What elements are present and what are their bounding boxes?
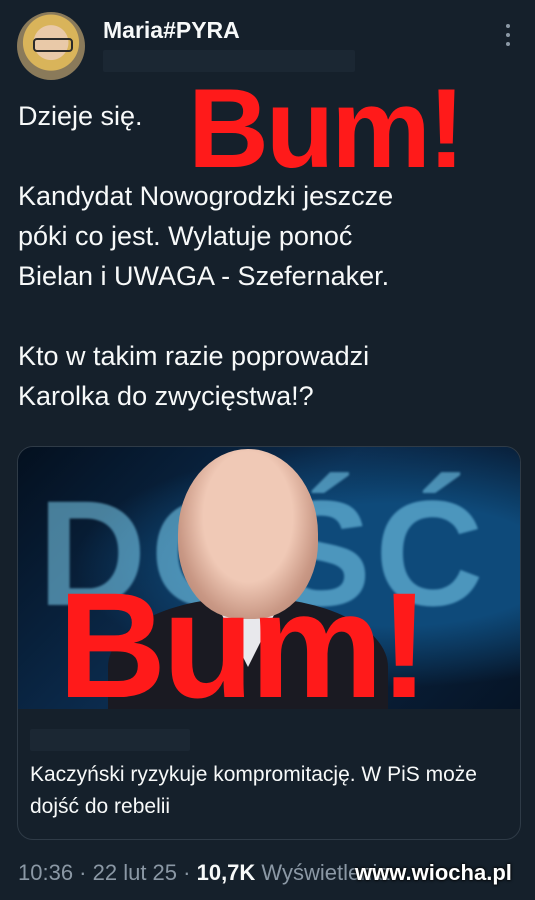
bum-overlay-card: Bum! — [58, 561, 429, 709]
tweet-line: póki co jest. Wylatuje ponoć — [18, 221, 353, 251]
card-title[interactable]: Kaczyński ryzykuje kompromitację. W PiS … — [30, 759, 510, 823]
display-name[interactable]: Maria#PYRA — [103, 17, 240, 44]
card-image[interactable]: DOŚĆ Bum! — [18, 447, 520, 709]
watermark: www.wiocha.pl — [355, 860, 512, 885]
views-count: 10,7K — [196, 860, 256, 885]
bum-overlay-top: Bum! — [188, 66, 465, 191]
blurred-card-domain — [30, 729, 190, 751]
separator: · — [177, 860, 197, 885]
separator: · — [73, 860, 93, 885]
user-avatar[interactable] — [17, 12, 85, 80]
tweet-date[interactable]: 22 lut 25 — [93, 860, 177, 885]
more-options-icon[interactable] — [503, 24, 513, 46]
tweet-line: Bielan i UWAGA - Szefernaker. — [18, 261, 390, 291]
link-card[interactable]: DOŚĆ Bum! Kaczyński ryzykuje kompromitac… — [17, 446, 521, 840]
tweet-time[interactable]: 10:36 — [18, 860, 73, 885]
glasses-icon — [33, 38, 73, 52]
tweet-line: Kto w takim razie poprowadzi — [18, 341, 370, 371]
tweet-line: Karolka do zwycięstwa!? — [18, 381, 314, 411]
tweet-meta: 10:36 · 22 lut 25 · 10,7K Wyświetlenia — [18, 860, 390, 886]
